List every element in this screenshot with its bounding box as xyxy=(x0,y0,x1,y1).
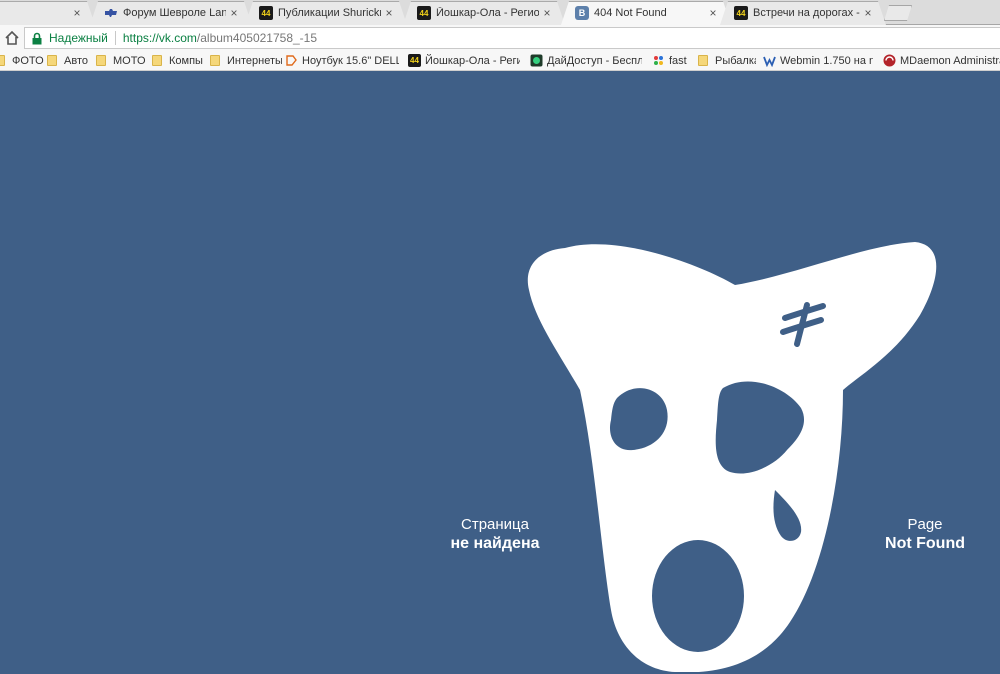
folder-icon xyxy=(96,55,106,66)
bookmark-label: Webmin 1.750 на net xyxy=(780,54,873,67)
address-bar[interactable]: Надежный https://vk.com/album405021758_-… xyxy=(24,27,1000,49)
tab-strip: × Форум Шевроле Lanos/ × 44 Публикации S… xyxy=(0,0,1000,25)
tab-title: Йошкар-Ола - Регион 1: xyxy=(436,7,539,19)
bookmark-kompy[interactable]: Компы xyxy=(152,53,208,68)
bookmark-label: Компы xyxy=(169,54,203,67)
site-44-icon: 44 xyxy=(734,6,748,20)
tab-close-icon[interactable]: × xyxy=(226,6,242,20)
bookmark-label: МОТО xyxy=(113,54,146,67)
dog-mouth xyxy=(652,540,744,652)
page-content: Страница не найдена Page Not Found xyxy=(0,72,1000,674)
bookmark-fast[interactable]: fast xyxy=(652,53,692,68)
bookmark-moto[interactable]: МОТО xyxy=(96,53,150,68)
not-found-ru-line1: Страница xyxy=(461,516,529,533)
bookmark-label: ФОТО xyxy=(12,54,44,67)
site-44-icon: 44 xyxy=(408,54,421,67)
url-host: https://vk.com xyxy=(122,31,197,45)
bookmark-notebook[interactable]: Ноутбук 15.6" DELL In xyxy=(285,53,399,68)
tab-title: Встречи на дорогах - Ст xyxy=(753,7,860,19)
not-found-en: Page Not Found xyxy=(870,515,980,553)
tab-1[interactable]: Форум Шевроле Lanos/ × xyxy=(90,1,252,25)
bookmark-label: Рыбалка xyxy=(715,54,756,67)
tab-close-icon[interactable]: × xyxy=(69,6,85,20)
tab-2[interactable]: 44 Публикации Shurickmac × xyxy=(245,1,407,25)
folder-icon xyxy=(698,55,708,66)
bookmark-label: Авто xyxy=(64,54,88,67)
folder-icon xyxy=(152,55,162,66)
bookmark-yoshkar[interactable]: 44 Йошкар-Ола - Регион xyxy=(408,53,520,68)
bookmark-rybalka[interactable]: Рыбалка xyxy=(698,53,756,68)
url-path: /album405021758_-15 xyxy=(196,31,318,45)
bookmark-foto[interactable]: ФОТО xyxy=(0,53,45,68)
bookmark-internety[interactable]: Интернеты xyxy=(210,53,282,68)
bookmark-daidostup[interactable]: ДайДоступ - Бесплат xyxy=(530,53,642,68)
bookmark-label: ДайДоступ - Бесплат xyxy=(547,54,642,67)
lock-icon[interactable] xyxy=(31,32,43,45)
folder-icon xyxy=(210,55,220,66)
tab-close-icon[interactable]: × xyxy=(860,6,876,20)
secure-label: Надежный xyxy=(49,31,108,45)
folder-icon xyxy=(47,55,57,66)
webmin-icon xyxy=(763,54,776,67)
bookmark-label: Интернеты xyxy=(227,54,282,67)
new-tab-button[interactable] xyxy=(884,5,912,21)
tab-3[interactable]: 44 Йошкар-Ола - Регион 1: × xyxy=(403,1,565,25)
tab-title: 404 Not Found xyxy=(594,7,667,19)
fast-icon xyxy=(652,54,665,67)
home-icon[interactable] xyxy=(3,29,21,47)
site-44-icon: 44 xyxy=(259,6,273,20)
vk-dog-illustration xyxy=(527,242,937,672)
not-found-ru: Страница не найдена xyxy=(430,515,560,553)
bookmark-webmin[interactable]: Webmin 1.750 на net xyxy=(763,53,873,68)
mdaemon-icon xyxy=(883,54,896,67)
tab-close-icon[interactable]: × xyxy=(381,6,397,20)
bookmark-label: Ноутбук 15.6" DELL In xyxy=(302,54,399,67)
vk-icon: B xyxy=(575,6,589,20)
tab-close-icon[interactable]: × xyxy=(539,6,555,20)
not-found-en-line1: Page xyxy=(907,516,943,533)
site-44-icon: 44 xyxy=(417,6,431,20)
daidostup-icon xyxy=(530,54,543,67)
bookmark-label: fast xyxy=(669,54,687,67)
tab-title: Форум Шевроле Lanos/ xyxy=(123,7,226,19)
tab-4-active[interactable]: B 404 Not Found × xyxy=(561,1,731,25)
tab-0[interactable]: × xyxy=(0,1,95,25)
folder-icon xyxy=(0,55,5,66)
bookmark-avto[interactable]: Авто xyxy=(47,53,95,68)
not-found-ru-line2: не найдена xyxy=(450,535,540,552)
divider xyxy=(114,31,116,45)
tab-5[interactable]: 44 Встречи на дорогах - Ст × xyxy=(720,1,886,25)
bookmark-label: Йошкар-Ола - Регион xyxy=(425,54,520,67)
tab-title: Публикации Shurickmac xyxy=(278,7,381,19)
tab-close-icon[interactable]: × xyxy=(705,6,721,20)
not-found-en-line2: Not Found xyxy=(885,535,965,552)
chevrolet-icon xyxy=(104,6,118,20)
toolbar: Надежный https://vk.com/album405021758_-… xyxy=(0,25,1000,50)
bookmark-label: MDaemon Administra xyxy=(900,54,1000,67)
bookmarks-bar: ФОТО Авто МОТО Компы Интернеты Ноутбук 1… xyxy=(0,50,1000,71)
bookmark-mdaemon[interactable]: MDaemon Administra xyxy=(883,53,1000,68)
notebook-icon xyxy=(285,54,298,67)
